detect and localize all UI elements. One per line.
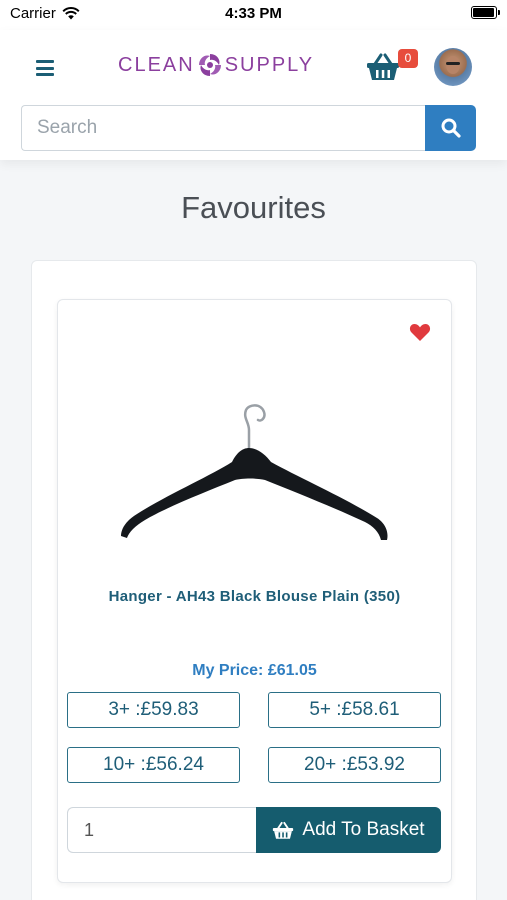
basket-count-badge: 0 <box>398 49 418 68</box>
search-field[interactable] <box>21 105 426 151</box>
menu-icon[interactable] <box>36 60 54 76</box>
logo-text-right: SUPPLY <box>224 53 315 76</box>
price-tier-10[interactable]: 10+ :£56.24 <box>67 747 240 783</box>
status-time: 4:33 PM <box>225 5 282 22</box>
app-header: CLEAN SUPPLY 0 <box>0 30 507 160</box>
price-tier-5[interactable]: 5+ :£58.61 <box>268 692 441 728</box>
logo-swirl-icon <box>198 54 221 76</box>
basket-icon[interactable] <box>366 52 400 82</box>
status-bar: Carrier 4:33 PM <box>0 0 507 30</box>
quantity-field[interactable] <box>67 807 257 853</box>
avatar[interactable] <box>434 48 472 86</box>
add-to-basket-button[interactable]: Add To Basket <box>256 807 441 853</box>
product-image[interactable] <box>115 400 395 550</box>
search-icon <box>441 118 461 138</box>
search-button[interactable] <box>425 105 476 151</box>
product-name[interactable]: Hanger - AH43 Black Blouse Plain (350) <box>57 588 452 605</box>
heart-icon[interactable] <box>409 322 431 342</box>
quantity-input[interactable] <box>68 808 257 852</box>
page-title: Favourites <box>181 190 326 225</box>
search-input[interactable] <box>22 106 426 150</box>
status-right <box>471 6 500 19</box>
price-tier-20[interactable]: 20+ :£53.92 <box>268 747 441 783</box>
my-price: My Price: £61.05 <box>192 662 317 679</box>
add-to-basket-label: Add To Basket <box>302 819 425 840</box>
price-tier-3[interactable]: 3+ :£59.83 <box>67 692 240 728</box>
brand-logo[interactable]: CLEAN SUPPLY <box>118 52 314 78</box>
battery-icon <box>471 6 500 19</box>
basket-icon <box>273 821 294 839</box>
logo-text-left: CLEAN <box>118 53 195 76</box>
